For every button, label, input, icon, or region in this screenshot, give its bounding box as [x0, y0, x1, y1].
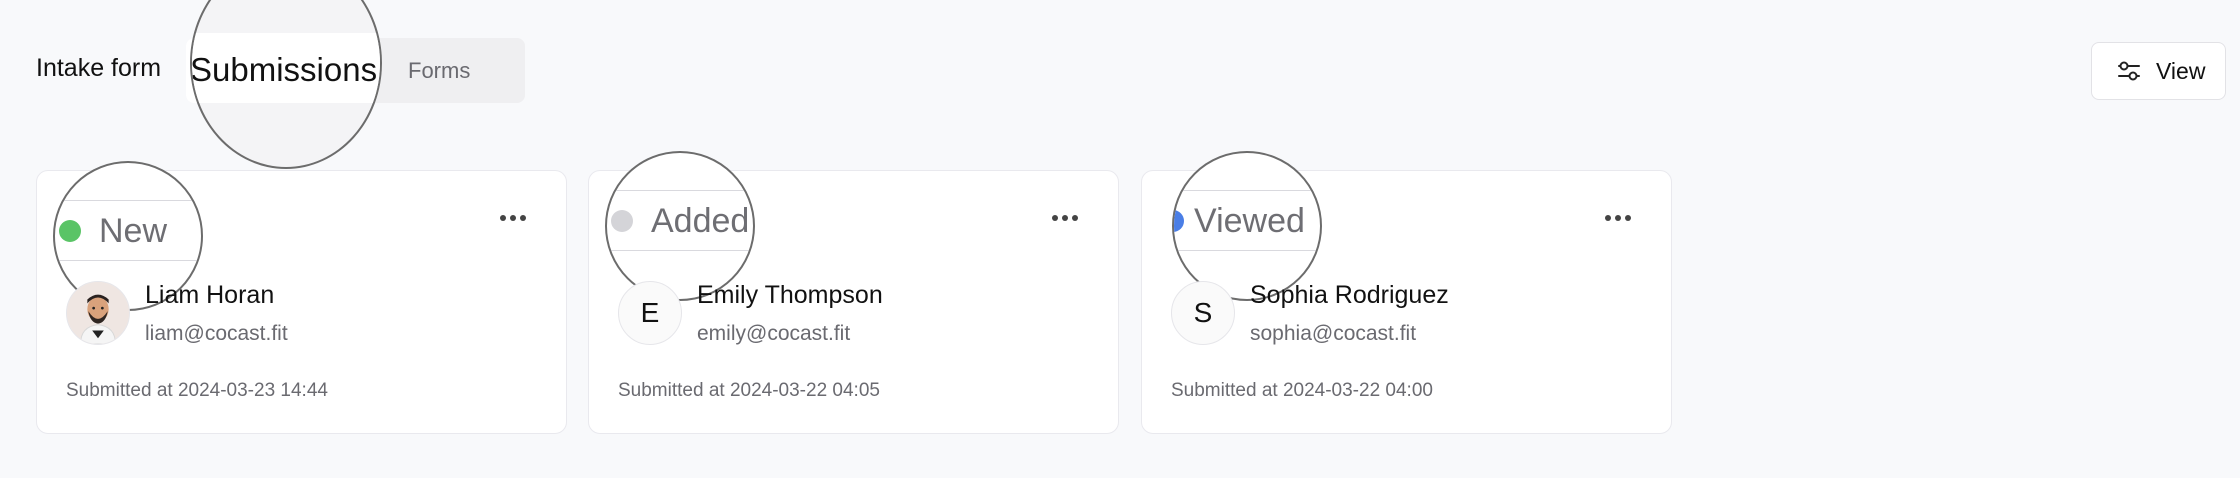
- view-button[interactable]: View: [2091, 42, 2226, 100]
- submission-card[interactable]: Added E Emily Thompson emily@cocast.fit …: [588, 151, 1119, 434]
- view-button-label: View: [2156, 57, 2206, 84]
- status-label: Added: [651, 202, 750, 240]
- avatar-photo-icon: [67, 282, 129, 344]
- more-options-icon[interactable]: [1603, 211, 1633, 225]
- avatar: E: [618, 281, 682, 345]
- status-badge: Added: [605, 151, 755, 301]
- submitter-email: emily@cocast.fit: [697, 322, 851, 345]
- submission-card[interactable]: Viewed S Sophia Rodriguez sophia@cocast.…: [1141, 151, 1672, 434]
- submitter-email: liam@cocast.fit: [145, 322, 288, 345]
- status-badge: Viewed: [1172, 151, 1322, 301]
- submitter-name: Emily Thompson: [697, 281, 883, 309]
- status-dot-icon: [611, 210, 633, 232]
- page-header: Intake form Forms Submissions View: [0, 0, 2240, 169]
- tab-submissions-magnifier[interactable]: Submissions: [190, 0, 382, 169]
- tab-forms[interactable]: Forms: [408, 58, 470, 84]
- status-dot-icon: [59, 220, 81, 242]
- status-dot-icon: [1174, 210, 1184, 232]
- sliders-icon: [2118, 61, 2140, 81]
- submitted-timestamp: Submitted at 2024-03-22 04:00: [1171, 380, 1433, 401]
- submitter-name: Liam Horan: [145, 281, 275, 309]
- status-label: New: [99, 212, 168, 250]
- page-title: Intake form: [36, 54, 162, 82]
- more-options-icon[interactable]: [1050, 211, 1080, 225]
- submitted-timestamp: Submitted at 2024-03-23 14:44: [66, 380, 328, 401]
- more-options-icon[interactable]: [498, 211, 528, 225]
- submitter-email: sophia@cocast.fit: [1250, 322, 1417, 345]
- submission-card[interactable]: New Liam Horan liam@cocast.fit Submitted…: [36, 161, 567, 434]
- avatar: S: [1171, 281, 1235, 345]
- status-label: Viewed: [1194, 202, 1305, 240]
- submitter-name: Sophia Rodriguez: [1250, 281, 1449, 309]
- avatar: [66, 281, 130, 345]
- submitted-timestamp: Submitted at 2024-03-22 04:05: [618, 380, 880, 401]
- tab-submissions-label: Submissions: [190, 51, 378, 88]
